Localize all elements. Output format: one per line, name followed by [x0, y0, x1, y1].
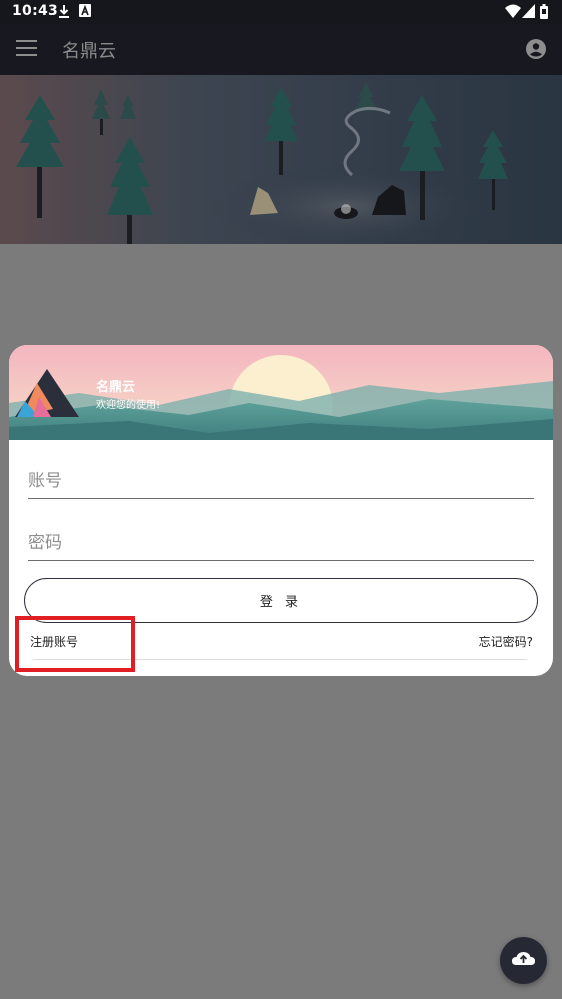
status-bar: 10:43	[0, 0, 562, 24]
menu-icon[interactable]	[16, 40, 37, 58]
dialog-app-name: 名鼎云	[96, 380, 136, 395]
signal-icon	[522, 4, 535, 18]
battery-icon	[540, 4, 548, 19]
app-bar: 名鼎云	[0, 24, 562, 75]
register-highlight-box	[15, 616, 135, 672]
forest-banner-image	[0, 75, 562, 244]
dialog-header-image: 名鼎云 欢迎您的使用!	[9, 345, 553, 459]
app-title: 名鼎云	[62, 41, 116, 62]
a-notification-icon	[79, 4, 91, 17]
account-field	[28, 461, 534, 499]
account-circle-icon[interactable]	[526, 39, 546, 59]
status-time: 10:43	[12, 3, 59, 19]
password-field	[28, 523, 534, 561]
forgot-password-link[interactable]: 忘记密码?	[479, 633, 533, 650]
cloud-icon	[512, 952, 535, 965]
cloud-fab-button[interactable]	[500, 937, 547, 984]
wifi-icon	[505, 4, 521, 18]
download-icon	[59, 5, 69, 18]
password-input[interactable]	[28, 528, 534, 558]
account-input[interactable]	[28, 466, 534, 496]
dialog-welcome-text: 欢迎您的使用!	[96, 400, 161, 411]
